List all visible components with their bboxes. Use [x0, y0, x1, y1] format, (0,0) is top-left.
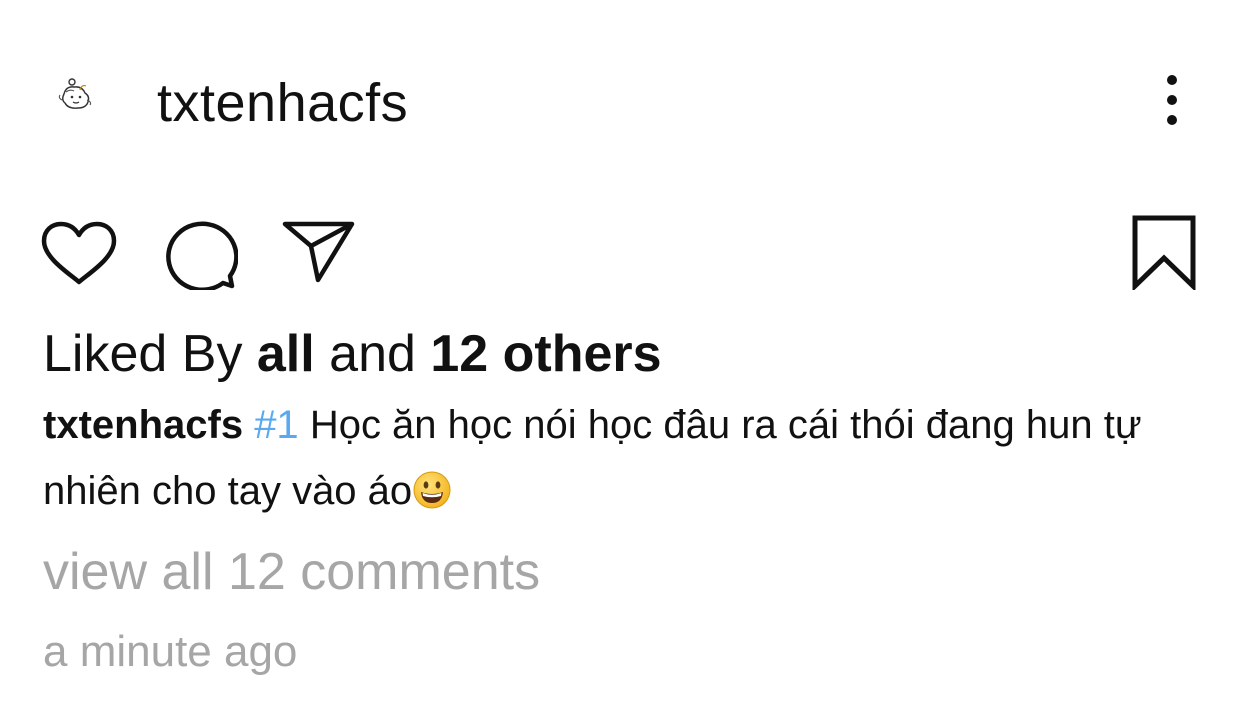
likes-highlight-user[interactable]: all: [257, 325, 315, 383]
more-options-button[interactable]: [1150, 72, 1194, 128]
post-header: txtenhacfs: [0, 0, 1242, 200]
avatar-sketch-icon: [58, 78, 92, 109]
likes-prefix: Liked By: [43, 325, 257, 383]
grinning-face-emoji-icon: [412, 464, 452, 509]
comment-button[interactable]: [160, 216, 239, 292]
heart-icon: [41, 221, 117, 285]
likes-middle: and: [314, 325, 431, 383]
like-button[interactable]: [40, 220, 118, 286]
likes-summary[interactable]: Liked By all and 12 others: [43, 322, 662, 386]
view-all-comments-link[interactable]: view all 12 comments: [43, 540, 540, 604]
paper-plane-icon: [282, 221, 355, 283]
bookmark-icon: [1132, 215, 1196, 292]
post-timestamp: a minute ago: [43, 627, 298, 676]
more-vertical-icon: [1167, 75, 1177, 125]
save-button[interactable]: [1130, 214, 1198, 292]
comment-bubble-icon: [166, 221, 239, 292]
post-username[interactable]: txtenhacfs: [157, 72, 408, 134]
share-button[interactable]: [280, 218, 358, 284]
caption-hashtag[interactable]: #1: [254, 403, 299, 447]
likes-others-count[interactable]: 12 others: [430, 325, 661, 383]
caption-username[interactable]: txtenhacfs: [43, 403, 243, 447]
post-caption: txtenhacfs #1 Học ăn học nói học đâu ra …: [43, 392, 1203, 524]
avatar[interactable]: [52, 70, 104, 122]
